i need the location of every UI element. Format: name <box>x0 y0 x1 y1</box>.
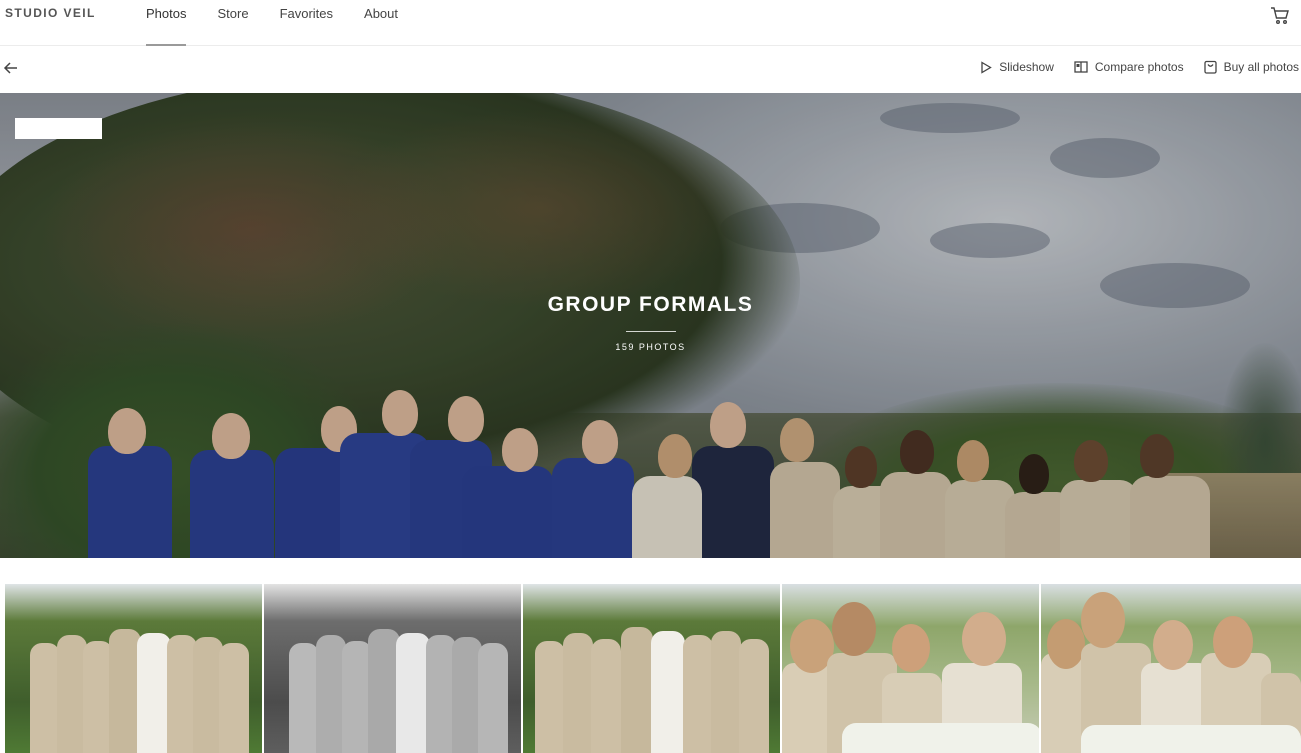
bag-icon <box>1203 60 1217 74</box>
album-cover-image: GROUP FORMALS 159 PHOTOS <box>0 93 1301 558</box>
compare-photos-button[interactable]: Compare photos <box>1074 60 1184 74</box>
brand-logo[interactable]: STUDIO VEIL <box>5 6 96 20</box>
nav-about[interactable]: About <box>364 0 398 46</box>
compare-photos-label: Compare photos <box>1094 60 1184 74</box>
nav-favorites[interactable]: Favorites <box>280 0 333 46</box>
photo-grid <box>0 558 1301 753</box>
back-arrow-icon[interactable] <box>2 59 20 77</box>
album-title-block: GROUP FORMALS 159 PHOTOS <box>0 293 1301 352</box>
compare-icon <box>1074 61 1088 73</box>
photo-thumbnail[interactable] <box>264 584 521 753</box>
photo-thumbnail[interactable] <box>523 584 780 753</box>
photo-thumbnail[interactable] <box>782 584 1039 753</box>
main-nav: Photos Store Favorites About <box>146 0 429 46</box>
nav-store[interactable]: Store <box>217 0 248 46</box>
slideshow-label: Slideshow <box>999 60 1054 74</box>
photo-thumbnail[interactable] <box>5 584 262 753</box>
album-toolbar: Slideshow Compare photos Buy all photos <box>0 46 1301 93</box>
play-icon <box>981 60 992 74</box>
redacted-block <box>15 118 102 139</box>
buy-all-photos-button[interactable]: Buy all photos <box>1203 60 1299 74</box>
top-navigation: STUDIO VEIL Photos Store Favorites About <box>0 0 1301 46</box>
photo-thumbnail[interactable] <box>1041 584 1301 753</box>
title-divider <box>625 331 676 332</box>
slideshow-button[interactable]: Slideshow <box>980 60 1054 74</box>
cart-icon[interactable] <box>1269 4 1291 26</box>
nav-photos[interactable]: Photos <box>146 0 187 46</box>
buy-all-photos-label: Buy all photos <box>1223 60 1299 74</box>
photo-count: 159 PHOTOS <box>615 342 686 352</box>
album-title: GROUP FORMALS <box>547 293 754 316</box>
